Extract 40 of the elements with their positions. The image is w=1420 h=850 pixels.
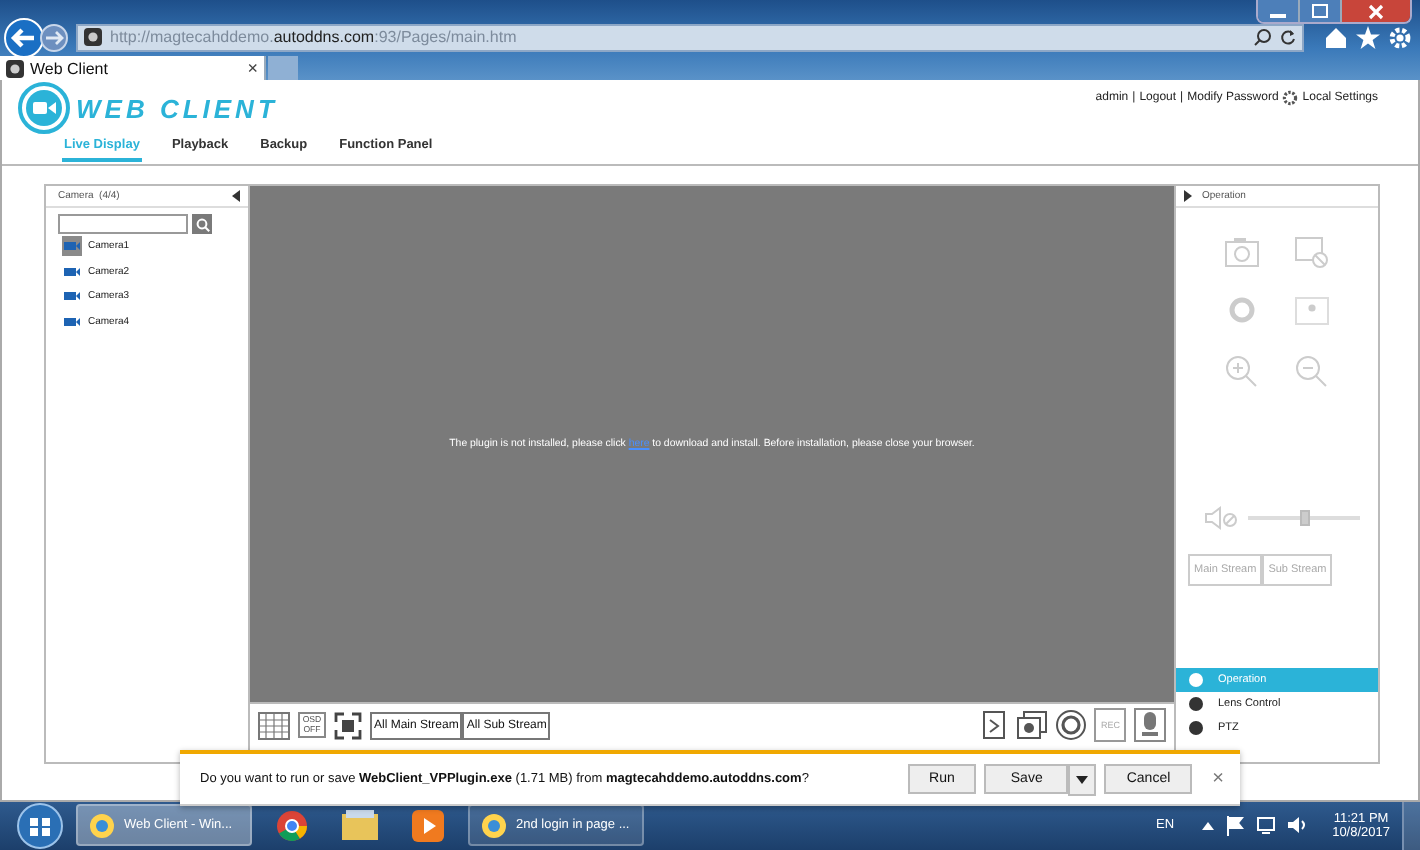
minimize-button[interactable] bbox=[1258, 0, 1300, 22]
tab-title: Web Client bbox=[30, 59, 108, 77]
close-icon bbox=[1368, 3, 1384, 19]
images-icon[interactable] bbox=[1016, 710, 1049, 740]
search-field[interactable] bbox=[58, 214, 188, 234]
speaker-icon[interactable] bbox=[1288, 816, 1309, 834]
gear-icon bbox=[1282, 90, 1299, 106]
caret-icon bbox=[1076, 775, 1089, 783]
record-icon[interactable] bbox=[1056, 710, 1087, 740]
browser-tab[interactable]: Web Client × bbox=[0, 56, 266, 80]
slider-thumb[interactable] bbox=[1300, 510, 1310, 526]
app-icon bbox=[480, 811, 508, 839]
tab-close-button[interactable]: × bbox=[247, 59, 258, 77]
tray-arrow-icon[interactable] bbox=[1202, 821, 1215, 829]
show-desktop-button[interactable] bbox=[1402, 800, 1420, 850]
flag-icon[interactable] bbox=[1226, 815, 1245, 835]
expand-icon[interactable] bbox=[1184, 190, 1192, 202]
layout-grid-icon[interactable] bbox=[258, 711, 290, 739]
maximize-icon bbox=[1312, 4, 1328, 18]
camera-logo-icon bbox=[18, 82, 70, 134]
home-icon[interactable] bbox=[1324, 26, 1348, 48]
maximize-button[interactable] bbox=[1300, 0, 1342, 22]
start-button[interactable] bbox=[16, 801, 64, 849]
search-icon[interactable] bbox=[1254, 28, 1272, 46]
refresh-icon[interactable] bbox=[1280, 28, 1296, 46]
search-button[interactable] bbox=[192, 214, 212, 234]
forward-button[interactable] bbox=[40, 23, 68, 51]
close-button[interactable] bbox=[1342, 0, 1410, 22]
logo-text: WEB CLIENT bbox=[76, 93, 278, 123]
microphone-icon[interactable] bbox=[1134, 708, 1166, 742]
save-options-button[interactable] bbox=[1068, 763, 1097, 795]
fullscreen-icon[interactable] bbox=[334, 711, 362, 739]
close-button[interactable]: × bbox=[1212, 768, 1224, 790]
app-icon bbox=[88, 811, 116, 839]
address-field[interactable]: http://magtecahddemo.autoddns.com:93/Pages/main.htm bbox=[76, 23, 1304, 51]
settings-icon[interactable] bbox=[1388, 25, 1412, 49]
site-icon bbox=[6, 59, 24, 77]
collapse-icon[interactable] bbox=[232, 190, 240, 202]
site-icon bbox=[84, 28, 102, 46]
star-icon[interactable] bbox=[1356, 25, 1380, 49]
